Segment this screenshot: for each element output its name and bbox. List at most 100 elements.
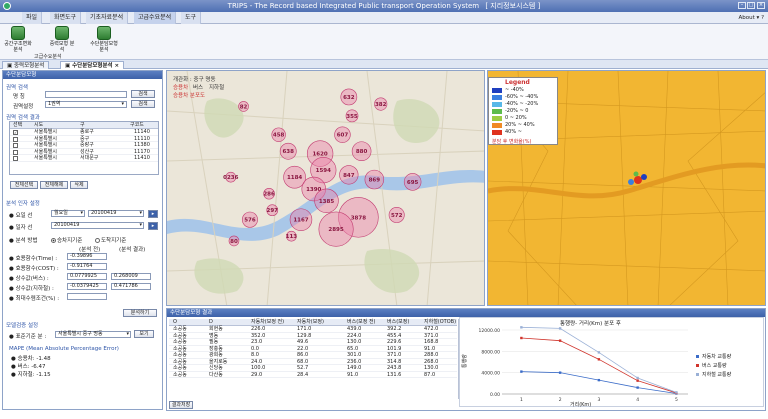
legend-swatch [492, 88, 502, 93]
region-select[interactable]: 1권역 ▾ [45, 101, 127, 108]
maximize-icon[interactable]: □ [747, 2, 755, 9]
results-cell: 명동 [209, 332, 219, 339]
results-cell: 소공동 [173, 339, 187, 345]
param-value-before[interactable]: -0.91764 [67, 263, 107, 270]
document-tabs: ▣ 중력모형분석 ▣ 수단분담모형분석 × [0, 60, 768, 69]
spatial-structure-button[interactable]: 공간구조변화 분석 [4, 26, 32, 53]
chart-ytick: 0.00 [490, 392, 500, 398]
close-icon[interactable]: × [757, 2, 765, 9]
chart-point [520, 336, 523, 340]
results-cell: 149.0 [347, 365, 362, 371]
chart-legend-label: 지하철 교통량 [702, 371, 732, 378]
region-result-section: 권역 검색 결과 [6, 115, 40, 121]
method-option-boarding[interactable]: 승차지기준 [51, 236, 82, 244]
results-cell: 소공동 [173, 358, 187, 365]
results-cell: 130.0 [347, 339, 362, 345]
about-link[interactable]: About ▾ ? [739, 12, 764, 24]
param-label: ● 상수값(버스) : [9, 276, 49, 282]
table-row[interactable]: 서울특별시 서대문구 11410 [10, 155, 158, 162]
row-checkbox[interactable] [13, 156, 18, 161]
mape-subway: ● 지하철: -1.15 [11, 372, 51, 378]
run-analysis-button[interactable]: 분석하기 [123, 309, 157, 317]
chart-xtick: 3 [597, 397, 600, 403]
menu-advanced-analysis[interactable]: 고급수요분석 [134, 12, 177, 24]
chart-legend: 자동차 교통량버스 교통량지하철 교통량 [696, 353, 732, 378]
chart-point [597, 358, 601, 361]
map-mode-bus[interactable]: 버스 [193, 83, 203, 91]
chart-ylabel: 통행량 [461, 354, 468, 368]
name-input[interactable] [45, 91, 127, 98]
title-bar: TRIPS - The Record based Integrated Publ… [0, 0, 768, 12]
param-value-after[interactable]: 0.268009 [111, 273, 151, 280]
region-search-button[interactable]: 검색 [131, 100, 155, 108]
row-checkbox[interactable] [13, 143, 18, 148]
tab-mode-split[interactable]: ▣ 수단분담모형분석 × [60, 61, 125, 69]
map-mode-subway[interactable]: 지하철 [209, 83, 224, 91]
chart-series-line [521, 371, 677, 394]
results-cell: 91.0 [347, 371, 359, 378]
chart-ytick: 4000.00 [481, 371, 500, 377]
date-add-button[interactable]: ▸ [148, 222, 158, 230]
save-result-button[interactable]: 결과저장 [169, 401, 193, 409]
results-cell: 소공동 [173, 326, 187, 332]
legend-item: 40% ~ [492, 130, 558, 136]
results-cell: 229.6 [387, 339, 402, 345]
param-value-before[interactable]: -0.0379425 [67, 283, 107, 290]
search-button[interactable]: 검색 [131, 90, 155, 98]
od-circle-label: 695 [407, 180, 419, 186]
results-cell: 장충동 [209, 345, 223, 352]
row-checkbox[interactable] [13, 136, 18, 142]
od-circle-label: 1184 [287, 175, 302, 181]
date-select[interactable]: 20100419 ▾ [51, 222, 144, 229]
menu-file[interactable]: 파일 [22, 12, 43, 24]
minimize-icon[interactable]: – [738, 2, 746, 9]
param-value-before[interactable]: -0.39896 [67, 253, 107, 260]
chart-point [558, 327, 562, 330]
results-header: O D 자동차(보정 전) 자동차(보정) 버스(보정 전) 버스(보정) 지하… [169, 319, 457, 326]
tab-gravity-model[interactable]: ▣ 중력모형분석 [2, 61, 50, 69]
results-cell: 소공동 [173, 371, 187, 378]
method-option-arrival[interactable]: 도착지기준 [95, 236, 126, 244]
left-panel-title: 수단분담모형 [3, 71, 162, 79]
row-checkbox[interactable] [13, 149, 18, 155]
results-table: O D 자동차(보정 전) 자동차(보정) 버스(보정 전) 버스(보정) 지하… [169, 319, 457, 399]
param-value-before[interactable]: 0.0779925 [67, 273, 107, 280]
map-mode-car[interactable]: 승용차 [173, 83, 188, 91]
basis-select[interactable]: 서울특별시 중구 명동 ▾ [55, 331, 131, 338]
gravity-model-button[interactable]: 중력모형 분석 [48, 26, 76, 53]
results-cell: 다산동 [209, 371, 223, 378]
view-button[interactable]: 보기 [134, 330, 154, 338]
chart-point [675, 391, 678, 394]
results-cell: 87.0 [424, 371, 436, 378]
chart-xlabel: 거리(Km) [570, 401, 591, 408]
distance-chart: 통행량- 거리(Km) 분포 후 통행량 거리(Km) 12000.00 8000… [459, 317, 764, 408]
chart-point [636, 376, 639, 380]
param-value-before[interactable] [67, 293, 107, 300]
chart-xtick: 5 [675, 397, 678, 403]
od-circle-label: 607 [337, 133, 349, 139]
chart-ytick: 8000.00 [481, 349, 500, 355]
day-add-button[interactable]: ▸ [148, 210, 158, 218]
menu-basic-analysis[interactable]: 기초자료분석 [86, 12, 129, 24]
results-body: 소공동 회현동 226.0 171.0 439.0 392.2 472.0 소공동 명동 352.… [169, 326, 457, 378]
menu-screen-tools[interactable]: 화면도구 [50, 12, 82, 24]
results-cell: 28.4 [297, 371, 309, 378]
select-all-button[interactable]: 전체선택 [10, 181, 38, 189]
chart-legend-label: 버스 교통량 [702, 362, 727, 369]
results-cell: 100.0 [251, 365, 266, 371]
day-select[interactable]: 월요일 ▾ [51, 210, 85, 217]
mode-split-button[interactable]: 수단분담모형 분석 [90, 26, 118, 53]
row-checkbox[interactable]: ✓ [13, 130, 18, 135]
clear-all-button[interactable]: 전체해제 [40, 181, 68, 189]
day-date-select[interactable]: 20100419 ▾ [88, 210, 144, 217]
results-row[interactable]: 소공동 다산동 29.0 28.4 91.0 131.6 87.0 [169, 371, 457, 378]
flow-map[interactable]: 632 382 82 355 458 607 1620 880 638 1594 847 1184 02… [166, 70, 485, 306]
chart-canvas: 통행량- 거리(Km) 분포 후 통행량 거리(Km) 12000.00 8000… [461, 319, 732, 408]
menu-tools[interactable]: 도구 [181, 12, 202, 24]
delete-button[interactable]: 삭제 [70, 181, 88, 189]
od-circle-label: 1594 [316, 168, 331, 174]
param-value-after[interactable]: 0.471786 [111, 283, 151, 290]
chart-xtick: 1 [520, 397, 523, 403]
results-cell: 439.0 [347, 326, 362, 332]
results-cell: 392.2 [387, 326, 402, 332]
